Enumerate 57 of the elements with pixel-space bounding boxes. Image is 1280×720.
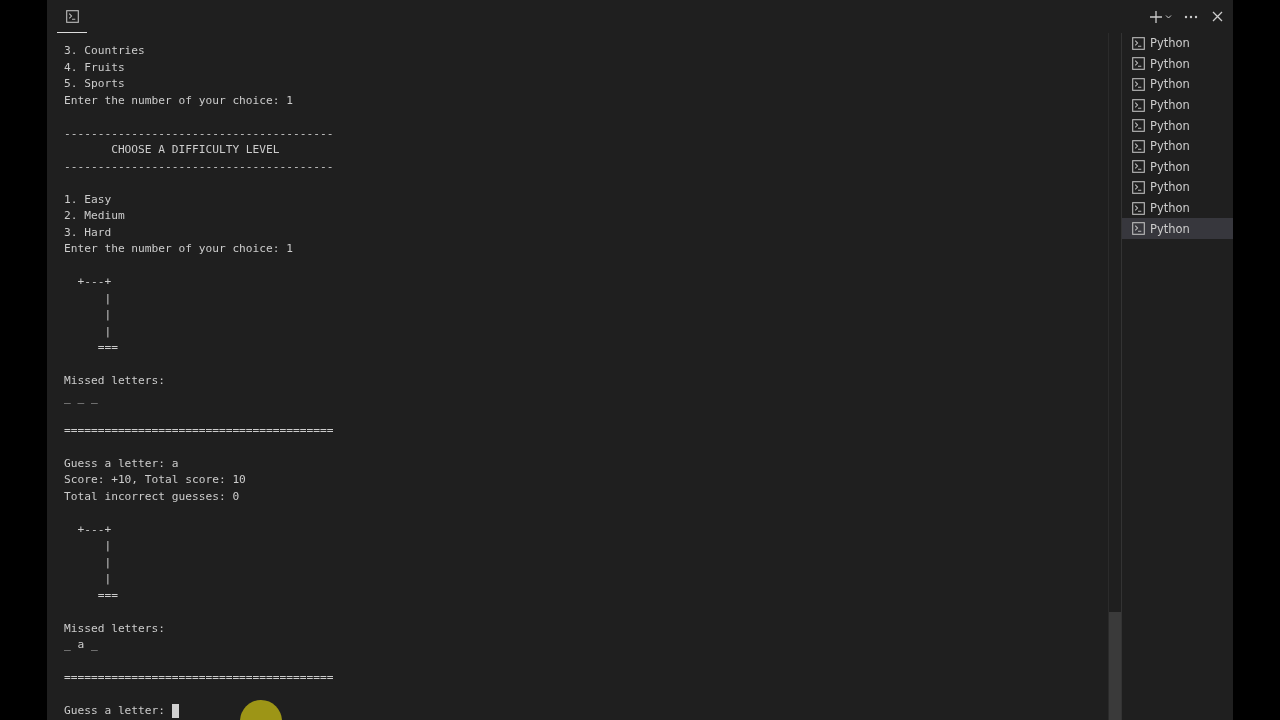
terminal-line: ---------------------------------------- — [64, 158, 334, 175]
terminal-line: 3. Countries — [64, 43, 145, 59]
terminal-line: | — [103, 307, 112, 323]
terminal-icon — [1132, 119, 1145, 133]
terminal-list-item[interactable]: Python — [1122, 115, 1233, 136]
terminal-line: +---+ — [76, 521, 112, 538]
text-cursor — [171, 704, 179, 719]
terminal-list-item[interactable]: Python — [1122, 74, 1233, 95]
terminal-icon — [65, 9, 79, 23]
terminal-list-item[interactable]: Python — [1122, 33, 1233, 54]
terminal-line: 2. Medium — [64, 208, 125, 224]
terminal-line: 4. Fruits — [64, 59, 125, 76]
terminal-line: 5. Sports — [64, 76, 125, 92]
terminal-line: _ a _ — [64, 637, 98, 653]
terminal-line: Score: +10, Total score: 10 — [64, 472, 246, 488]
terminal-line: Guess a letter: a — [64, 455, 179, 472]
terminal-icon — [1132, 98, 1145, 112]
terminal-list-item[interactable]: Python — [1122, 177, 1233, 198]
terminal-list-item[interactable]: Python — [1122, 156, 1233, 178]
terminal-line: Missed letters: — [64, 620, 166, 637]
terminal-line: | — [103, 323, 112, 340]
terminal-line: Total incorrect guesses: 0 — [64, 488, 240, 505]
terminal-icon — [1132, 36, 1145, 50]
terminal-line: ---------------------------------------- — [64, 125, 334, 142]
terminal-line: 1. Easy — [64, 191, 112, 208]
terminal-icon — [1132, 78, 1145, 91]
terminal-icon — [1132, 201, 1145, 215]
terminal-line: 3. Hard — [64, 224, 112, 241]
terminal-icon — [1132, 222, 1145, 236]
terminal-list-item[interactable]: Python — [1122, 197, 1233, 219]
terminal-icon — [1132, 139, 1145, 153]
more-icon[interactable] — [1184, 14, 1198, 19]
terminal-line: ======================================== — [64, 422, 334, 439]
close-icon[interactable] — [1212, 11, 1223, 22]
scrollbar-thumb[interactable] — [1109, 612, 1121, 720]
terminal-line: === — [96, 340, 118, 356]
terminal-icon — [1132, 180, 1145, 194]
terminal-line: _ _ _ — [64, 389, 98, 406]
terminal-list-item[interactable]: Python — [1122, 135, 1233, 157]
terminal-line: | — [103, 571, 112, 587]
terminal-line: ======================================== — [64, 670, 334, 686]
new-terminal-button[interactable] — [1150, 10, 1174, 23]
terminal-icon — [1132, 57, 1145, 71]
terminal-line: === — [96, 587, 118, 604]
terminal-list-item[interactable]: Python — [1122, 53, 1233, 75]
terminal-icon — [1132, 160, 1145, 174]
terminal-line: Missed letters: — [64, 373, 166, 389]
terminal-line: | — [103, 538, 112, 554]
terminal-line: +---+ — [76, 274, 112, 290]
terminal-line: CHOOSE A DIFFICULTY LEVEL — [110, 142, 280, 158]
terminal-line: Enter the number of your choice: 1 — [64, 92, 293, 109]
terminal-list-item[interactable]: Python — [1122, 94, 1233, 116]
terminal-line: Enter the number of your choice: 1 — [64, 241, 293, 257]
terminal-line: | — [103, 554, 112, 571]
terminal-line: | — [103, 290, 112, 307]
terminal-list-item[interactable]: Python — [1122, 218, 1233, 239]
input-prompt: Guess a letter: — [64, 703, 167, 719]
